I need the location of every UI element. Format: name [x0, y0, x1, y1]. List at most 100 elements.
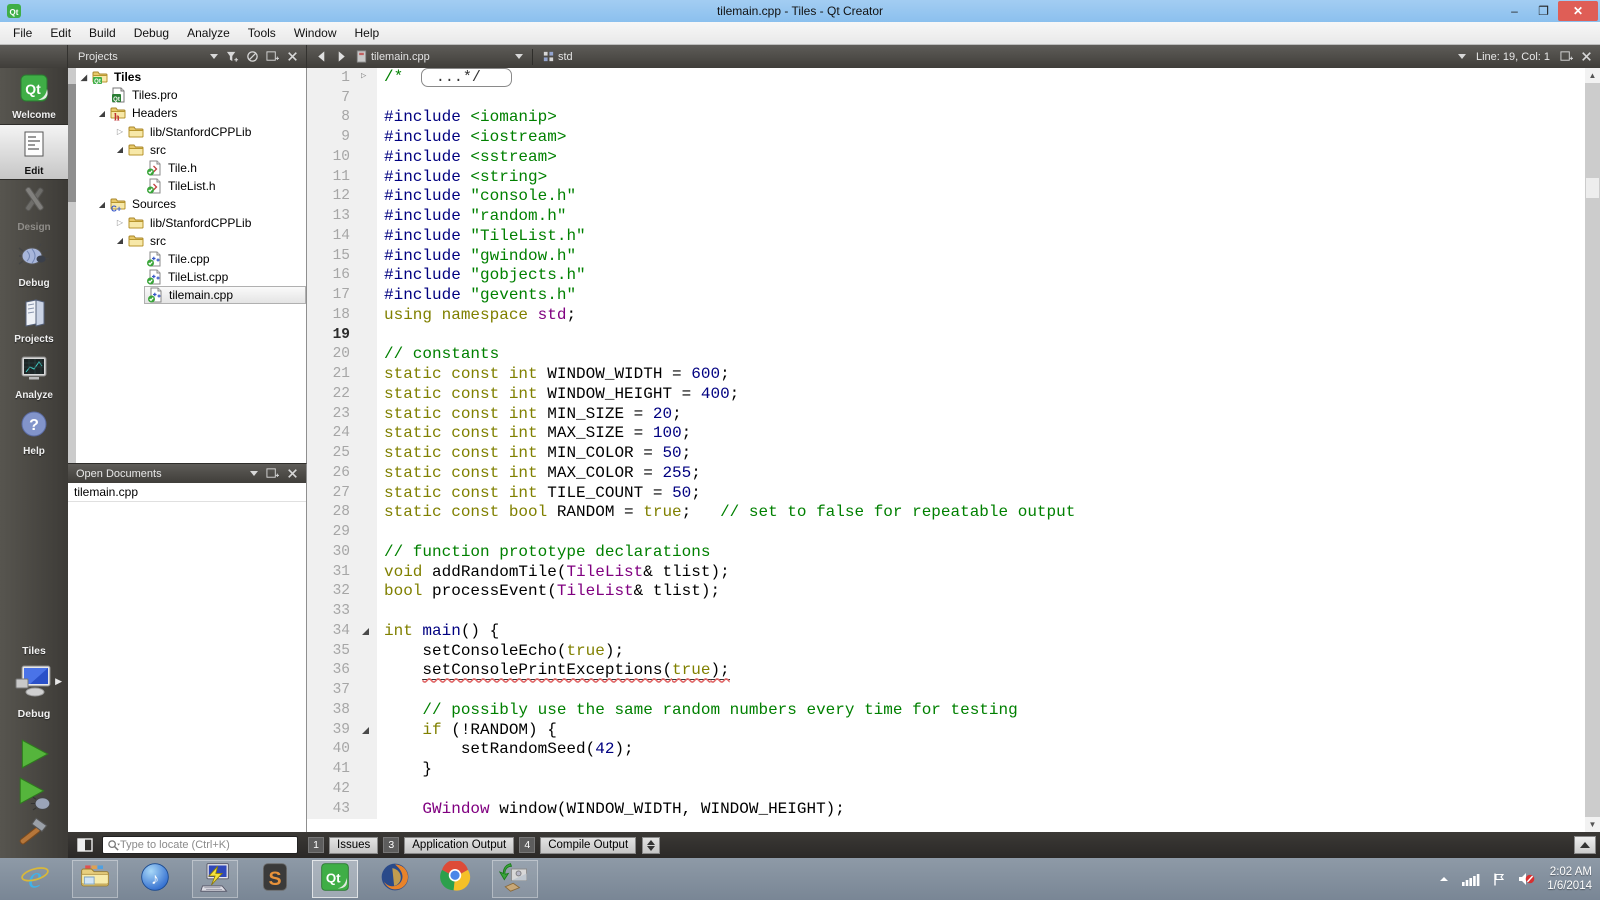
taskbar-internet-explorer[interactable]: e — [12, 860, 58, 898]
expanded-arrow-icon[interactable]: ◢ — [78, 73, 90, 82]
menu-debug[interactable]: Debug — [125, 23, 178, 43]
collapsed-arrow-icon[interactable]: ▷ — [114, 127, 126, 136]
debug-run-button[interactable] — [16, 776, 52, 812]
back-icon[interactable] — [311, 49, 331, 65]
code-line-22[interactable]: 22static const int WINDOW_HEIGHT = 400; — [307, 384, 1585, 404]
scroll-down-icon[interactable]: ▼ — [1585, 817, 1600, 832]
menu-edit[interactable]: Edit — [41, 23, 80, 43]
open-documents-title[interactable]: Open Documents — [72, 468, 246, 480]
build-button[interactable] — [16, 814, 52, 850]
taskbar-firefox[interactable] — [372, 860, 418, 898]
filter-icon[interactable] — [222, 49, 242, 65]
collapsed-arrow-icon[interactable]: ▷ — [114, 218, 126, 227]
code-editor[interactable]: 1▷/* ...*/78#include <iomanip>9#include … — [307, 68, 1585, 832]
mode-projects[interactable]: Projects — [0, 292, 68, 348]
code-line-20[interactable]: 20// constants — [307, 345, 1585, 365]
taskbar-sublime-text[interactable]: S — [252, 860, 298, 898]
code-line-27[interactable]: 27static const int TILE_COUNT = 50; — [307, 483, 1585, 503]
taskbar-file-explorer[interactable] — [72, 860, 118, 898]
document-selector[interactable]: tilemain.cpp — [371, 51, 511, 63]
close-panel-icon[interactable] — [282, 466, 302, 482]
chevron-down-icon[interactable] — [515, 54, 523, 59]
chevron-down-icon[interactable] — [210, 54, 218, 59]
tree-item-headers[interactable]: ◢hHeaders — [76, 104, 306, 122]
code-line-15[interactable]: 15#include "gwindow.h" — [307, 246, 1585, 266]
tree-item-lib-stanfordcpplib[interactable]: ▷lib/StanfordCPPLib — [76, 123, 306, 141]
split-panel-icon[interactable] — [262, 49, 282, 65]
code-line-39[interactable]: 39 if (!RANDOM) { — [307, 720, 1585, 740]
menu-tools[interactable]: Tools — [239, 23, 285, 43]
code-line-13[interactable]: 13#include "random.h" — [307, 206, 1585, 226]
expanded-arrow-icon[interactable]: ◢ — [96, 109, 108, 118]
tree-item-tiles-pro[interactable]: QtTiles.pro — [76, 86, 306, 104]
expanded-arrow-icon[interactable]: ◢ — [96, 200, 108, 209]
close-document-icon[interactable] — [1576, 49, 1596, 65]
tree-item-tile-h[interactable]: Tile.h — [76, 159, 306, 177]
tree-item-tilelist-h[interactable]: TileList.h — [76, 177, 306, 195]
code-line-23[interactable]: 23static const int MIN_SIZE = 20; — [307, 404, 1585, 424]
tree-item-sources[interactable]: ◢C+Sources — [76, 195, 306, 213]
fold-open-marker-icon[interactable] — [357, 720, 377, 740]
code-line-16[interactable]: 16#include "gobjects.h" — [307, 266, 1585, 286]
mode-help[interactable]: ?Help — [0, 404, 68, 460]
code-line-25[interactable]: 25static const int MIN_COLOR = 50; — [307, 443, 1585, 463]
split-editor-icon[interactable] — [1556, 49, 1576, 65]
output-pane-application-output[interactable]: Application Output — [404, 837, 514, 854]
mode-edit[interactable]: Edit — [0, 124, 68, 180]
code-line-31[interactable]: 31void addRandomTile(TileList& tlist); — [307, 562, 1585, 582]
code-line-11[interactable]: 11#include <string> — [307, 167, 1585, 187]
mode-debug[interactable]: Debug — [0, 236, 68, 292]
menu-file[interactable]: File — [4, 23, 41, 43]
tree-scrollbar-thumb[interactable] — [68, 84, 76, 202]
close-button[interactable]: ✕ — [1558, 1, 1598, 21]
code-line-38[interactable]: 38 // possibly use the same random numbe… — [307, 700, 1585, 720]
code-line-41[interactable]: 41 } — [307, 759, 1585, 779]
taskbar-sync-app[interactable] — [492, 860, 538, 898]
network-icon[interactable] — [1462, 873, 1480, 886]
menu-help[interactable]: Help — [346, 23, 389, 43]
chevron-down-icon[interactable] — [1458, 54, 1466, 59]
code-line-7[interactable]: 7 — [307, 88, 1585, 108]
taskbar-media-app[interactable] — [192, 860, 238, 898]
code-line-30[interactable]: 30// function prototype declarations — [307, 542, 1585, 562]
code-line-36[interactable]: 36 setConsolePrintExceptions(true); — [307, 661, 1585, 681]
output-pane-key-1[interactable]: 1 — [308, 837, 324, 853]
kit-selector[interactable] — [14, 664, 54, 702]
tree-item-src[interactable]: ◢src — [76, 141, 306, 159]
symbol-selector[interactable]: std — [558, 51, 573, 63]
code-line-43[interactable]: 43 GWindow window(WINDOW_WIDTH, WINDOW_H… — [307, 799, 1585, 819]
volume-muted-icon[interactable] — [1518, 872, 1535, 886]
expanded-arrow-icon[interactable]: ◢ — [114, 236, 126, 245]
code-line-29[interactable]: 29 — [307, 522, 1585, 542]
code-line-14[interactable]: 14#include "TileList.h" — [307, 226, 1585, 246]
scroll-up-icon[interactable]: ▲ — [1585, 68, 1600, 83]
code-line-12[interactable]: 12#include "console.h" — [307, 187, 1585, 207]
code-line-26[interactable]: 26static const int MAX_COLOR = 255; — [307, 463, 1585, 483]
fold-open-marker-icon[interactable] — [357, 621, 377, 641]
menu-build[interactable]: Build — [80, 23, 125, 43]
editor-scrollbar-thumb[interactable] — [1586, 178, 1599, 198]
panel-selector[interactable]: Projects — [72, 51, 206, 63]
tree-item-tilemain-cpp[interactable]: tilemain.cpp — [76, 286, 306, 304]
collapsed-comment-box[interactable]: ...*/ — [421, 68, 512, 87]
expanded-arrow-icon[interactable]: ◢ — [114, 145, 126, 154]
code-line-1[interactable]: 1▷/* ...*/ — [307, 68, 1585, 88]
code-line-18[interactable]: 18using namespace std; — [307, 305, 1585, 325]
action-center-flag-icon[interactable] — [1492, 872, 1506, 886]
maximize-button[interactable]: ❐ — [1529, 1, 1558, 21]
split-panel-icon[interactable] — [262, 466, 282, 482]
output-pane-compile-output[interactable]: Compile Output — [540, 837, 636, 854]
locator-field[interactable] — [102, 836, 298, 854]
locator-input[interactable] — [120, 839, 270, 851]
tree-item-src[interactable]: ◢src — [76, 232, 306, 250]
tree-item-tile-cpp[interactable]: Tile.cpp — [76, 250, 306, 268]
tree-item-tiles[interactable]: ◢QtTiles — [76, 68, 306, 86]
taskbar-qt-creator[interactable]: Qt — [312, 860, 358, 898]
output-pane-issues[interactable]: Issues — [329, 837, 378, 854]
code-line-33[interactable]: 33 — [307, 601, 1585, 621]
tree-item-tilelist-cpp[interactable]: TileList.cpp — [76, 268, 306, 286]
tree-scrollbar[interactable] — [68, 68, 76, 463]
code-line-21[interactable]: 21static const int WINDOW_WIDTH = 600; — [307, 364, 1585, 384]
code-line-17[interactable]: 17#include "gevents.h" — [307, 285, 1585, 305]
menu-window[interactable]: Window — [285, 23, 346, 43]
